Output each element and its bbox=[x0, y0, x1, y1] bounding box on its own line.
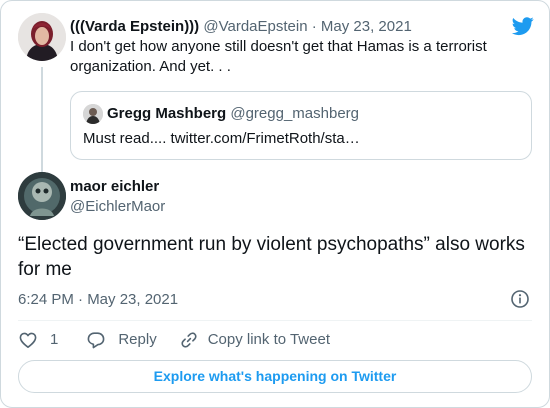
header-separator: · bbox=[311, 18, 317, 35]
heart-icon bbox=[19, 332, 37, 348]
like-button[interactable]: 1 bbox=[18, 330, 58, 350]
tweet-text: I don't get how anyone still doesn't get… bbox=[70, 38, 487, 75]
author-name: Gregg Mashberg bbox=[107, 105, 227, 122]
avatar bbox=[83, 104, 103, 124]
quoted-tweet[interactable]: Gregg Mashberg @gregg_mashberg Must read… bbox=[70, 91, 532, 160]
author-handle[interactable]: @EichlerMaor bbox=[70, 197, 165, 217]
quoted-tweet-header: Gregg Mashberg @gregg_mashberg bbox=[83, 104, 359, 124]
author-handle[interactable]: @VardaEpstein bbox=[203, 18, 307, 35]
tweet-timestamp[interactable]: 6:24 PM · May 23, 2021 bbox=[18, 290, 178, 310]
embedded-tweet-card: (((Varda Epstein))) @VardaEpstein · May … bbox=[0, 0, 550, 408]
copy-link-label: Copy link to Tweet bbox=[207, 331, 330, 348]
info-icon[interactable] bbox=[510, 289, 530, 309]
thread-connector-line bbox=[41, 67, 43, 175]
like-count: 1 bbox=[50, 331, 59, 348]
link-icon bbox=[181, 332, 197, 348]
avatar[interactable] bbox=[18, 172, 66, 220]
quoted-tweet-text: Must read.... twitter.com/FrimetRoth/sta… bbox=[83, 130, 360, 147]
explore-twitter-button[interactable]: Explore what's happening on Twitter bbox=[18, 360, 532, 393]
tweet-text: “Elected government run by violent psych… bbox=[18, 234, 525, 280]
author-handle: @gregg_mashberg bbox=[230, 105, 359, 122]
tweet-actions: 1 Reply Copy link to Tweet bbox=[18, 330, 330, 350]
author-name[interactable]: (((Varda Epstein))) bbox=[70, 18, 199, 35]
author-name[interactable]: maor eichler bbox=[70, 177, 159, 197]
copy-link-button[interactable]: Copy link to Tweet bbox=[179, 330, 330, 350]
parent-tweet-header: (((Varda Epstein))) @VardaEpstein · May … bbox=[70, 17, 412, 37]
reply-label: Reply bbox=[118, 331, 157, 348]
speech-bubble-icon bbox=[87, 332, 105, 349]
divider bbox=[18, 320, 532, 321]
avatar[interactable] bbox=[18, 13, 66, 61]
reply-button[interactable]: Reply bbox=[86, 330, 157, 350]
twitter-bird-icon[interactable] bbox=[511, 15, 535, 37]
tweet-date[interactable]: May 23, 2021 bbox=[321, 18, 412, 35]
